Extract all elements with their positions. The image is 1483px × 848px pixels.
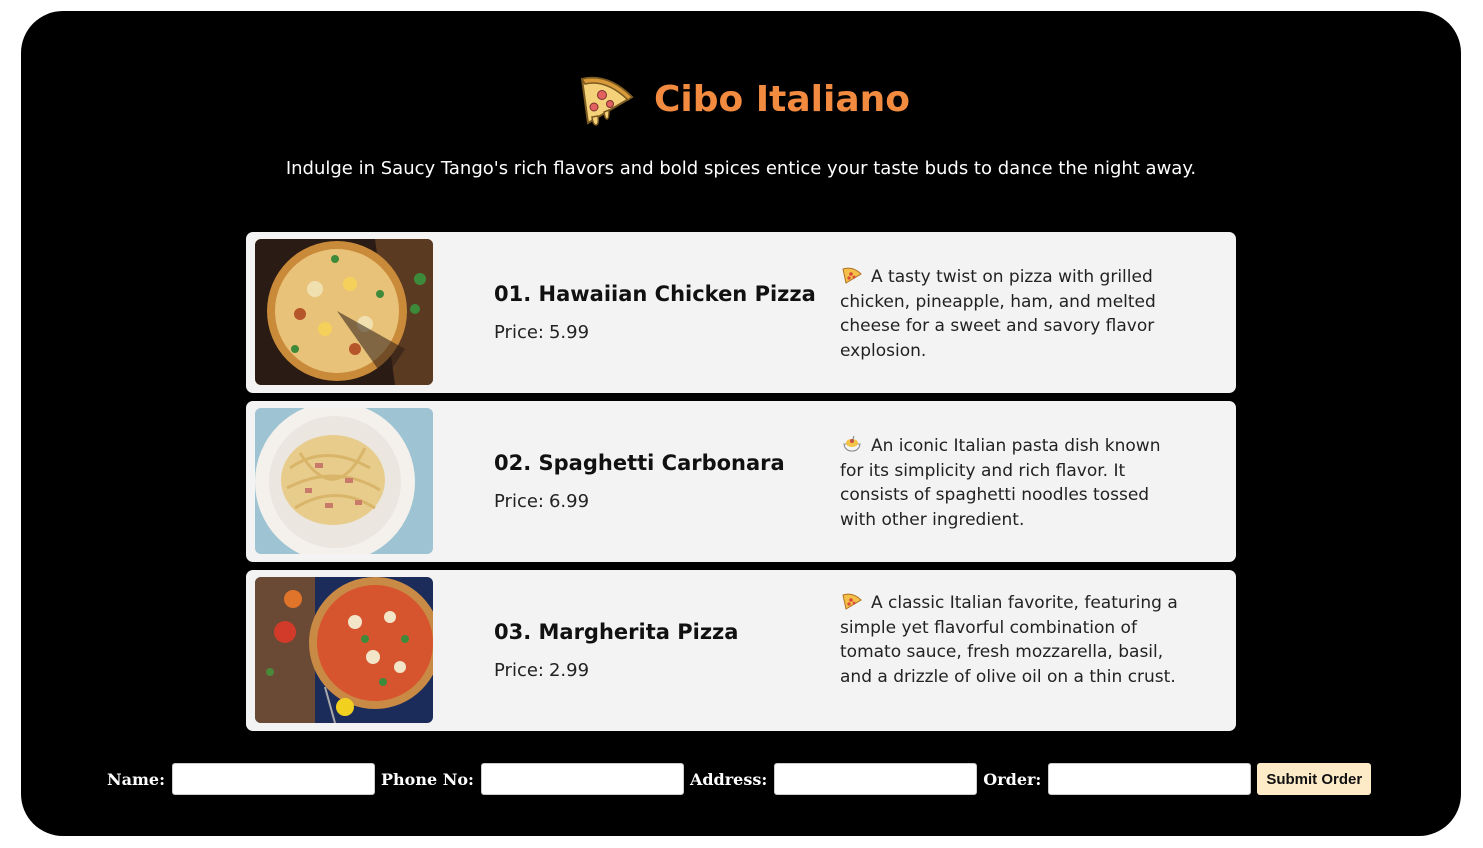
menu-item-name: 01. Hawaiian Chicken Pizza [494, 282, 816, 306]
menu-item-description: An iconic Italian pasta dish known for i… [840, 434, 1185, 532]
menu-list: 01. Hawaiian Chicken Pizza Price: 5.99 A … [246, 232, 1236, 739]
menu-item-price: Price: 2.99 [494, 660, 589, 681]
hawaiian-chicken-pizza-image [255, 239, 433, 385]
address-label: Address: [689, 769, 768, 789]
pizza-slice-icon [572, 67, 636, 131]
price-label: Price: [494, 322, 544, 343]
order-form: Name: Phone No: Address: Order: Submit O… [107, 763, 1372, 795]
menu-item-card: 03. Margherita Pizza Price: 2.99 A classi… [246, 570, 1236, 731]
price-label: Price: [494, 660, 544, 681]
phone-label: Phone No: [381, 769, 474, 789]
spaghetti-icon [842, 435, 862, 453]
page-title: Cibo Italiano [653, 78, 911, 120]
menu-item-name: 03. Margherita Pizza [494, 620, 739, 644]
submit-order-button[interactable]: Submit Order [1257, 763, 1372, 795]
menu-item-price: Price: 5.99 [494, 322, 589, 343]
name-label: Name: [107, 769, 166, 789]
menu-item-name: 02. Spaghetti Carbonara [494, 451, 785, 475]
pizza-icon [842, 266, 862, 284]
margherita-pizza-image [255, 577, 433, 723]
menu-item-card: 01. Hawaiian Chicken Pizza Price: 5.99 A … [246, 232, 1236, 393]
spaghetti-carbonara-image [255, 408, 433, 554]
order-label: Order: [983, 769, 1042, 789]
menu-item-description: A classic Italian favorite, featuring a … [840, 591, 1185, 689]
menu-item-description: A tasty twist on pizza with grilled chic… [840, 265, 1185, 363]
menu-item-description-text: A classic Italian favorite, featuring a … [840, 593, 1178, 687]
price-value: 2.99 [548, 660, 590, 681]
menu-item-price: Price: 6.99 [494, 491, 589, 512]
name-input[interactable] [172, 763, 376, 795]
address-input[interactable] [774, 763, 978, 795]
price-label: Price: [494, 491, 544, 512]
menu-item-card: 02. Spaghetti Carbonara Price: 6.99 An ic… [246, 401, 1236, 562]
price-value: 5.99 [548, 322, 590, 343]
menu-item-description-text: An iconic Italian pasta dish known for i… [840, 436, 1161, 530]
header: Cibo Italiano [21, 59, 1461, 139]
menu-item-description-text: A tasty twist on pizza with grilled chic… [840, 267, 1156, 361]
order-input[interactable] [1048, 763, 1252, 795]
tagline: Indulge in Saucy Tango's rich flavors an… [285, 158, 1197, 179]
phone-input[interactable] [480, 763, 684, 795]
pizza-icon [842, 592, 862, 610]
app-container: Cibo Italiano Indulge in Saucy Tango's r… [21, 11, 1461, 836]
price-value: 6.99 [548, 491, 590, 512]
